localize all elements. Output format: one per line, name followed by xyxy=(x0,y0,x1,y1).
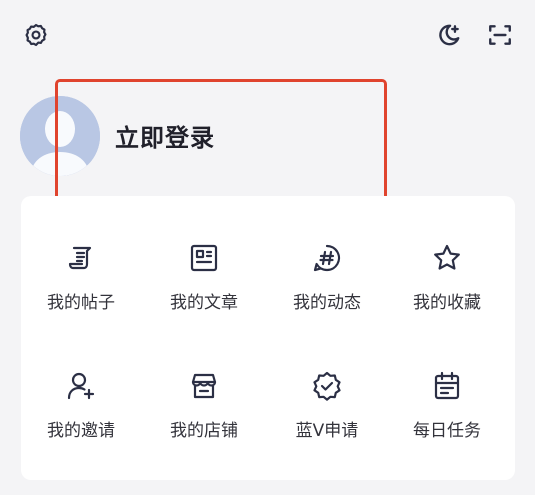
menu-item-label: 我的店铺 xyxy=(170,421,238,441)
verified-badge-icon xyxy=(313,371,341,401)
scan-icon[interactable] xyxy=(485,20,515,50)
menu-item-label: 蓝V申请 xyxy=(295,421,359,441)
profile-header[interactable]: 立即登录 xyxy=(20,96,440,176)
menu-item-moments[interactable]: 我的动态 xyxy=(267,242,387,342)
hashtag-icon xyxy=(313,244,341,272)
avatar[interactable] xyxy=(20,96,100,176)
menu-item-articles[interactable]: 我的文章 xyxy=(144,242,264,342)
post-icon xyxy=(68,246,92,270)
menu-item-shop[interactable]: 我的店铺 xyxy=(144,370,264,470)
menu-item-label: 我的动态 xyxy=(293,293,361,313)
menu-item-label: 我的帖子 xyxy=(47,293,115,313)
user-plus-icon xyxy=(67,372,95,400)
menu-item-blue-v[interactable]: 蓝V申请 xyxy=(267,370,387,470)
menu-item-posts[interactable]: 我的帖子 xyxy=(21,242,141,342)
gear-icon[interactable] xyxy=(21,20,51,50)
menu-grid: 我的帖子 我的文章 我的动态 我的收藏 我的邀请 我的店铺 蓝V申请 每日任务 xyxy=(21,196,515,480)
shop-icon xyxy=(191,373,217,399)
menu-item-label: 每日任务 xyxy=(413,421,481,441)
menu-item-favorites[interactable]: 我的收藏 xyxy=(387,242,507,342)
menu-card: 我的帖子 我的文章 我的动态 我的收藏 我的邀请 我的店铺 蓝V申请 每日任务 xyxy=(21,196,515,480)
menu-item-label: 我的收藏 xyxy=(413,293,481,313)
login-link[interactable]: 立即登录 xyxy=(115,118,215,153)
star-icon xyxy=(434,244,460,270)
menu-item-label: 我的文章 xyxy=(170,293,238,313)
default-avatar-icon xyxy=(20,96,100,176)
top-bar xyxy=(0,0,535,70)
calendar-task-icon xyxy=(434,371,460,400)
moon-plus-icon[interactable] xyxy=(434,20,464,50)
menu-item-daily-tasks[interactable]: 每日任务 xyxy=(387,370,507,470)
menu-item-invites[interactable]: 我的邀请 xyxy=(21,370,141,470)
article-icon xyxy=(190,244,218,272)
menu-item-label: 我的邀请 xyxy=(47,421,115,441)
